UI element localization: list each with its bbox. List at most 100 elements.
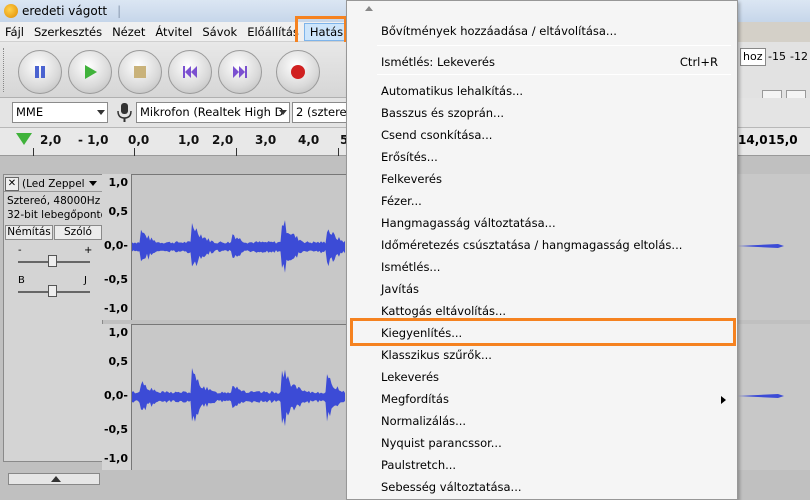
effect-menu-item[interactable]: Megfordítás: [348, 388, 736, 410]
effect-menu-item[interactable]: Ismétlés: Lekeverés Ctrl+R: [348, 51, 736, 73]
scroll-up-icon[interactable]: [365, 6, 373, 11]
ruler-label: 3,0: [255, 133, 277, 147]
effect-menu-item[interactable]: Nyquist parancssor...: [348, 432, 736, 454]
effect-menu-item[interactable]: Bővítmények hozzáadása / eltávolítása...: [348, 20, 736, 42]
chevron-down-icon: [97, 110, 105, 115]
effect-menu-item[interactable]: Fézer...: [348, 190, 736, 212]
skip-to-start-button[interactable]: [168, 50, 212, 94]
effect-menu-item[interactable]: Javítás: [348, 278, 736, 300]
transport-toolbar: [0, 42, 346, 98]
scale-label: 1,0: [108, 176, 129, 189]
mute-button[interactable]: Némítás: [5, 225, 53, 240]
play-button[interactable]: [68, 50, 112, 94]
collapse-track-button[interactable]: [8, 473, 100, 485]
microphone-icon: [117, 103, 132, 122]
meter-value: -12: [790, 50, 808, 63]
pause-icon: [35, 66, 45, 78]
ruler-label: 4,0: [298, 133, 320, 147]
window-title: eredeti vágott: [22, 4, 108, 18]
gain-plus-label: +: [84, 245, 93, 256]
effect-menu-item-label: Felkeverés: [381, 172, 443, 186]
audio-host-select[interactable]: MME: [12, 102, 108, 123]
effect-menu-item-label: Nyquist parancssor...: [381, 436, 502, 450]
track-title-bar[interactable]: ✕ (Led Zeppel: [4, 176, 102, 192]
scale-label: -1,0: [103, 452, 128, 465]
ruler-label: 2,0: [40, 133, 62, 147]
effect-menu-item[interactable]: Lekeverés: [348, 366, 736, 388]
scale-label: 0,5: [108, 355, 129, 368]
ruler-tick: [236, 148, 237, 156]
effect-menu-item-label: Paulstretch...: [381, 458, 457, 472]
meter-text[interactable]: hoz: [740, 48, 766, 66]
effect-menu-item-label: Csend csonkítása...: [381, 128, 493, 142]
effect-menu-item[interactable]: Normalizálás...: [348, 410, 736, 432]
effect-menu-item[interactable]: Kattogás eltávolítás...: [348, 300, 736, 322]
gain-slider-handle[interactable]: [48, 255, 57, 267]
menu-transport[interactable]: Átvitel: [150, 22, 197, 42]
channels-select[interactable]: 2 (sztereó: [292, 102, 348, 123]
waveform-right[interactable]: [132, 324, 346, 470]
toolbar-grip[interactable]: [3, 48, 7, 92]
record-icon: [291, 65, 305, 79]
menu-file[interactable]: Fájl: [0, 22, 29, 42]
scale-label: 0,0-: [103, 389, 128, 402]
effect-menu-item-label: Bővítmények hozzáadása / eltávolítása...: [381, 24, 617, 38]
track-name: (Led Zeppel: [22, 177, 85, 190]
effect-menu-item-label: Ismétlés...: [381, 260, 441, 274]
menu-effect[interactable]: Hatás: [303, 22, 350, 41]
effect-menu-item[interactable]: Basszus és szoprán...: [348, 102, 736, 124]
effect-menu-item[interactable]: Klasszikus szűrők...: [348, 344, 736, 366]
skip-to-end-button[interactable]: [218, 50, 262, 94]
ruler-label: 2,0: [212, 133, 234, 147]
ruler-label: 1,0: [178, 133, 200, 147]
ruler-tick: [33, 148, 34, 156]
scale-label: 1,0: [108, 326, 129, 339]
scale-label: -0,5: [103, 423, 128, 436]
menu-tracks[interactable]: Sávok: [197, 22, 242, 42]
pan-slider-handle[interactable]: [48, 285, 57, 297]
ruler-label: 14,0: [738, 133, 768, 147]
effect-menu-item[interactable]: Felkeverés: [348, 168, 736, 190]
effect-menu-item-label: Sebesség változtatása...: [381, 480, 522, 494]
menu-view[interactable]: Nézet: [107, 22, 150, 42]
menu-edit[interactable]: Szerkesztés: [29, 22, 107, 42]
effect-menu-item[interactable]: Időméretezés csúsztatása / hangmagasság …: [348, 234, 736, 256]
pause-button[interactable]: [18, 50, 62, 94]
gain-slider[interactable]: [18, 255, 90, 267]
track-control-panel: ✕ (Led Zeppel Sztereó, 48000Hz 32-bit le…: [3, 174, 113, 485]
track-area[interactable]: ✕ (Led Zeppel Sztereó, 48000Hz 32-bit le…: [0, 156, 346, 500]
effect-menu-item[interactable]: Automatikus lehalkítás...: [348, 80, 736, 102]
effect-menu-item[interactable]: Ismétlés...: [348, 256, 736, 278]
effect-menu-item[interactable]: Erősítés...: [348, 146, 736, 168]
effect-menu-item[interactable]: Hangmagasság változtatása...: [348, 212, 736, 234]
effect-menu-item-label: Időméretezés csúsztatása / hangmagasság …: [381, 238, 683, 252]
effect-menu-item[interactable]: Csend csonkítása...: [348, 124, 736, 146]
audacity-app-icon: [4, 4, 18, 18]
pan-slider[interactable]: [18, 285, 90, 297]
menu-bar: Fájl Szerkesztés Nézet Átvitel Sávok Elő…: [0, 22, 350, 42]
right-tracks: [738, 156, 810, 500]
scale-label: -0,5: [103, 273, 128, 286]
chevron-down-icon: [279, 110, 287, 115]
timeline-ruler[interactable]: 2,0 - 1,0 0,0 1,0 2,0 3,0 4,0 5: [0, 128, 348, 156]
play-icon: [85, 65, 97, 79]
stop-button[interactable]: [118, 50, 162, 94]
solo-button[interactable]: Szóló: [54, 225, 102, 240]
effect-menu-item[interactable]: Kiegyenlítés...: [348, 322, 736, 344]
audio-host-value: MME: [16, 105, 44, 119]
play-head-icon: [16, 133, 32, 145]
pan-right-label: J: [84, 275, 87, 286]
effect-menu-item-label: Kattogás eltávolítás...: [381, 304, 507, 318]
ruler-label: - 1,0: [78, 133, 109, 147]
menu-generate[interactable]: Előállítás: [242, 22, 304, 42]
effect-menu-item[interactable]: Sebesség változtatása...: [348, 476, 736, 498]
track-bit-depth: 32-bit lebegőpontos: [7, 209, 113, 221]
waveform-right-plot: [132, 368, 345, 427]
close-icon[interactable]: ✕: [5, 176, 19, 191]
chevron-down-icon[interactable]: [88, 181, 97, 186]
waveform-left[interactable]: [132, 174, 346, 320]
recording-device-select[interactable]: Mikrofon (Realtek High D: [136, 102, 290, 123]
effect-menu-item[interactable]: Paulstretch...: [348, 454, 736, 476]
effect-menu-item-label: Automatikus lehalkítás...: [381, 84, 524, 98]
record-button[interactable]: [276, 50, 320, 94]
